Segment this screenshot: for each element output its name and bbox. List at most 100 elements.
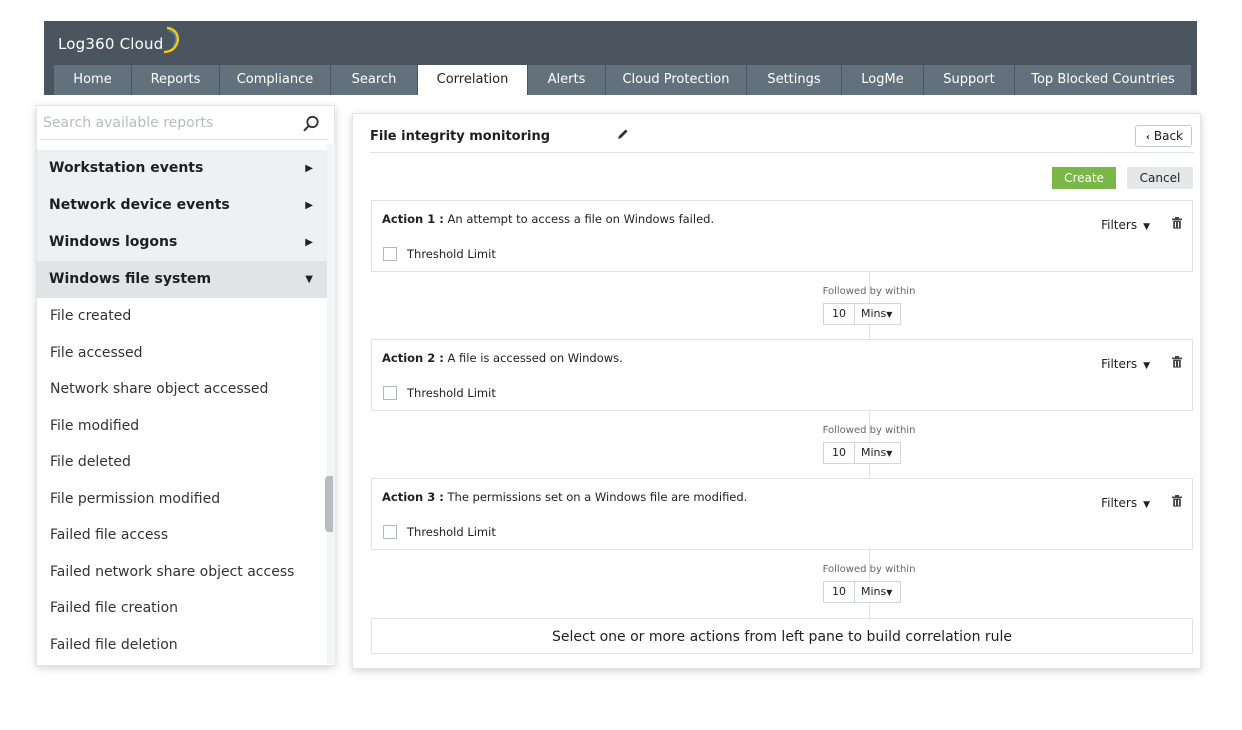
tab-reports[interactable]: Reports	[132, 65, 220, 95]
threshold-label: Threshold Limit	[407, 247, 496, 261]
logo-swirl-icon	[163, 26, 179, 54]
category-label: Workstation events	[49, 160, 204, 176]
threshold-checkbox[interactable]	[383, 247, 397, 261]
tab-logme[interactable]: LogMe	[842, 65, 924, 95]
action-card: Action 1 : An attempt to access a file o…	[371, 200, 1193, 272]
action-prefix: Action 2 :	[382, 351, 444, 365]
filters-label: Filters	[1101, 496, 1138, 510]
within-unit-label: Mins	[861, 585, 887, 598]
report-search	[39, 108, 328, 140]
report-item[interactable]: Failed file access	[37, 517, 327, 554]
within-time-control: 10 Mins▼	[823, 442, 901, 464]
cancel-button[interactable]: Cancel	[1127, 167, 1193, 189]
within-unit-select[interactable]: Mins▼	[855, 582, 900, 602]
tab-alerts[interactable]: Alerts	[528, 65, 606, 95]
category-label: Network device events	[49, 197, 230, 213]
threshold-label: Threshold Limit	[407, 525, 496, 539]
action-prefix: Action 1 :	[382, 212, 444, 226]
tab-top-blocked-countries[interactable]: Top Blocked Countries	[1015, 65, 1192, 95]
action-card: Action 2 : A file is accessed on Windows…	[371, 339, 1193, 411]
tab-correlation[interactable]: Correlation	[418, 65, 528, 95]
reports-sidebar: Workstation events ▶ Network device even…	[36, 105, 335, 666]
create-button[interactable]: Create	[1052, 167, 1116, 189]
tab-home[interactable]: Home	[54, 65, 132, 95]
tab-search[interactable]: Search	[331, 65, 418, 95]
followed-by-label: Followed by within	[822, 564, 916, 575]
action-prefix: Action 3 :	[382, 490, 444, 504]
report-item[interactable]: File accessed	[37, 334, 327, 371]
action-card: Action 3 : The permissions set on a Wind…	[371, 478, 1193, 550]
main-nav: Home Reports Compliance Search Correlati…	[54, 65, 1192, 95]
app-logo[interactable]: Log360 Cloud	[58, 35, 163, 53]
threshold-option: Threshold Limit	[383, 247, 496, 261]
action-description: Action 2 : A file is accessed on Windows…	[382, 351, 623, 365]
category-label: Windows logons	[49, 234, 178, 250]
report-item[interactable]: Failed file deletion	[37, 626, 327, 663]
caret-down-icon: ▼	[1143, 222, 1150, 232]
caret-right-icon: ▶	[305, 163, 313, 174]
threshold-option: Threshold Limit	[383, 386, 496, 400]
within-unit-label: Mins	[861, 446, 887, 459]
report-item[interactable]: File permission modified	[37, 480, 327, 517]
report-item[interactable]: File created	[37, 298, 327, 335]
category-network-device-events[interactable]: Network device events ▶	[37, 187, 327, 224]
back-button[interactable]: ‹ Back	[1134, 125, 1192, 147]
report-item[interactable]: File modified	[37, 407, 327, 444]
threshold-checkbox[interactable]	[383, 525, 397, 539]
category-workstation-events[interactable]: Workstation events ▶	[37, 150, 327, 187]
within-unit-label: Mins	[861, 307, 887, 320]
followed-by-label: Followed by within	[822, 286, 916, 297]
filters-dropdown[interactable]: Filters ▼	[1101, 357, 1150, 371]
pencil-icon[interactable]	[617, 128, 629, 140]
caret-down-icon: ▼	[1143, 361, 1150, 371]
build-rule-hint: Select one or more actions from left pan…	[371, 618, 1193, 654]
action-text: A file is accessed on Windows.	[447, 351, 623, 365]
action-description: Action 1 : An attempt to access a file o…	[382, 212, 714, 226]
report-item[interactable]: File deleted	[37, 444, 327, 481]
rule-title: File integrity monitoring	[370, 129, 551, 144]
within-unit-select[interactable]: Mins▼	[855, 443, 900, 463]
action-text: The permissions set on a Windows file ar…	[447, 490, 748, 504]
caret-down-icon: ▼	[1143, 500, 1150, 510]
trash-icon[interactable]	[1172, 217, 1182, 229]
divider	[370, 152, 1194, 153]
trash-icon[interactable]	[1172, 495, 1182, 507]
filters-dropdown[interactable]: Filters ▼	[1101, 218, 1150, 232]
within-value-input[interactable]: 10	[824, 582, 855, 602]
report-item[interactable]: Failed network share object access	[37, 553, 327, 590]
app-header: Log360 Cloud Home Reports Compliance Sea…	[44, 21, 1197, 95]
sidebar-scrollbar[interactable]	[327, 144, 335, 664]
within-time-control: 10 Mins▼	[823, 581, 901, 603]
action-text: An attempt to access a file on Windows f…	[447, 212, 715, 226]
threshold-option: Threshold Limit	[383, 525, 496, 539]
rule-builder-panel: File integrity monitoring ‹ Back Create …	[352, 113, 1201, 669]
caret-right-icon: ▶	[305, 200, 313, 211]
search-icon[interactable]	[302, 115, 320, 133]
action-description: Action 3 : The permissions set on a Wind…	[382, 490, 747, 504]
threshold-checkbox[interactable]	[383, 386, 397, 400]
tab-settings[interactable]: Settings	[747, 65, 842, 95]
report-item[interactable]: Failed file creation	[37, 590, 327, 627]
caret-down-icon: ▼	[886, 310, 893, 319]
within-value-input[interactable]: 10	[824, 304, 855, 324]
threshold-label: Threshold Limit	[407, 386, 496, 400]
category-windows-file-system[interactable]: Windows file system ▼	[37, 261, 327, 298]
caret-down-icon: ▼	[886, 449, 893, 458]
filters-label: Filters	[1101, 357, 1138, 371]
tab-cloud-protection[interactable]: Cloud Protection	[606, 65, 747, 95]
category-windows-logons[interactable]: Windows logons ▶	[37, 224, 327, 261]
sidebar-collapse-handle[interactable]	[325, 476, 333, 532]
filters-dropdown[interactable]: Filters ▼	[1101, 496, 1150, 510]
filters-label: Filters	[1101, 218, 1138, 232]
within-value-input[interactable]: 10	[824, 443, 855, 463]
trash-icon[interactable]	[1172, 356, 1182, 368]
back-label: Back	[1153, 129, 1183, 143]
tab-support[interactable]: Support	[924, 65, 1015, 95]
followed-by-label: Followed by within	[822, 425, 916, 436]
report-item[interactable]: Network share object accessed	[37, 371, 327, 408]
tab-compliance[interactable]: Compliance	[220, 65, 331, 95]
report-search-input[interactable]	[39, 108, 302, 138]
category-list: Workstation events ▶ Network device even…	[37, 150, 327, 663]
category-label: Windows file system	[49, 271, 212, 287]
within-unit-select[interactable]: Mins▼	[855, 304, 900, 324]
